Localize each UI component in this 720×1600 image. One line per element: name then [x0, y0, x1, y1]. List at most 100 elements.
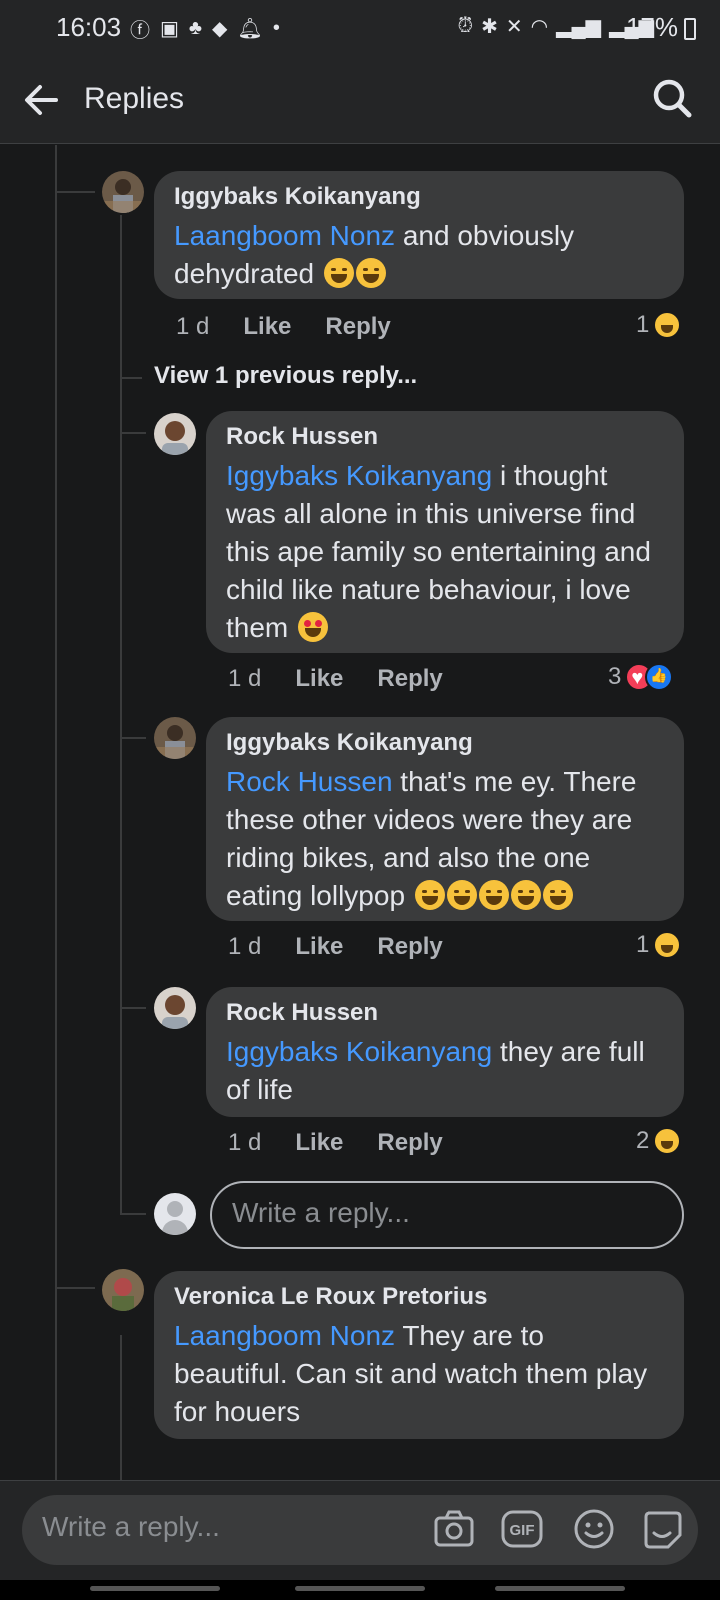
comment-bubble[interactable]: Iggybaks Koikanyang Rock Hussen that's m…: [206, 717, 684, 921]
thread-connector: [120, 1007, 146, 1009]
avatar[interactable]: [154, 413, 196, 455]
signal-icon: ▂▄▆: [556, 16, 602, 38]
haha-reaction-icon: [653, 1127, 682, 1155]
like-reaction-icon: [645, 663, 674, 691]
nav-recents-handle[interactable]: [90, 1586, 220, 1591]
comment-bubble[interactable]: Rock Hussen Iggybaks Koikanyang i though…: [206, 411, 684, 653]
view-previous-replies-link[interactable]: View 1 previous reply...: [154, 362, 417, 390]
nav-home-handle[interactable]: [295, 1586, 425, 1591]
comment-author[interactable]: Rock Hussen: [226, 423, 664, 451]
wifi-icon: ◠: [530, 16, 549, 38]
haha-reaction-icon: [653, 931, 682, 959]
comment-author[interactable]: Iggybaks Koikanyang: [226, 729, 664, 757]
comment-author[interactable]: Rock Hussen: [226, 999, 664, 1027]
reply-composer: Write a reply... GIF: [0, 1480, 720, 1580]
notification-icons: ⓕ ▣ ♣ ◆ 🔔︎ •: [130, 14, 280, 43]
comment-text: Iggybaks Koikanyang i thought was all al…: [226, 457, 664, 647]
more-notifications-dot-icon: •: [272, 17, 280, 39]
tears-of-joy-emoji-icon: [478, 880, 509, 910]
comment-actions: 1 d Like Reply: [228, 933, 443, 961]
mute-icon: ✕: [505, 16, 523, 38]
avatar[interactable]: [154, 987, 196, 1029]
mention-link[interactable]: Iggybaks Koikanyang: [226, 460, 492, 491]
gif-icon[interactable]: GIF: [500, 1507, 544, 1551]
system-icons: ⏰︎ ✱ ✕ ◠ ▂▄▆ ▂▄▆: [458, 14, 654, 39]
like-button[interactable]: Like: [295, 933, 343, 961]
mention-link[interactable]: Iggybaks Koikanyang: [226, 1036, 492, 1067]
reaction-count: 2: [636, 1127, 650, 1154]
back-arrow-icon[interactable]: [20, 78, 64, 122]
thread-connector: [120, 432, 146, 434]
app-notification-icon: ♣: [188, 17, 203, 39]
rofl-emoji-icon: [355, 258, 386, 288]
inline-reply-input[interactable]: Write a reply...: [210, 1181, 684, 1249]
comment-text: Rock Hussen that's me ey. There these ot…: [226, 763, 664, 915]
tears-of-joy-emoji-icon: [446, 880, 477, 910]
reaction-summary[interactable]: 1: [636, 931, 682, 959]
nav-back-handle[interactable]: [495, 1586, 625, 1591]
reply-button[interactable]: Reply: [325, 313, 390, 341]
search-icon[interactable]: [650, 76, 694, 120]
facebook-notification-icon: ⓕ: [130, 20, 150, 42]
avatar[interactable]: [154, 717, 196, 759]
comment-text: Laangboom Nonz and obviously dehydrated: [174, 217, 664, 293]
battery-icon: [684, 18, 696, 40]
comment-time: 1 d: [228, 1129, 262, 1156]
app-notification-icon: ◆: [212, 18, 228, 40]
comment-author[interactable]: Veronica Le Roux Pretorius: [174, 1283, 664, 1311]
tears-of-joy-emoji-icon: [542, 880, 573, 910]
like-button[interactable]: Like: [295, 1129, 343, 1157]
app-bar: Replies: [0, 56, 720, 144]
tears-of-joy-emoji-icon: [510, 880, 541, 910]
comment-time: 1 d: [176, 313, 210, 340]
bluetooth-icon: ✱: [481, 16, 498, 38]
alarm-icon: ⏰︎: [457, 15, 474, 37]
thread-connector: [120, 737, 146, 739]
reaction-summary[interactable]: 3: [608, 663, 674, 691]
comment-author[interactable]: Iggybaks Koikanyang: [174, 183, 664, 211]
comment-actions: 1 d Like Reply: [176, 313, 391, 341]
reply-input-placeholder[interactable]: Write a reply...: [42, 1511, 220, 1543]
reaction-count: 3: [608, 663, 622, 690]
comment-actions: 1 d Like Reply: [228, 665, 443, 693]
camera-icon[interactable]: [432, 1507, 476, 1551]
reaction-summary[interactable]: 2: [636, 1127, 682, 1155]
reply-button[interactable]: Reply: [377, 933, 442, 961]
comment-bubble[interactable]: Veronica Le Roux Pretorius Laangboom Non…: [154, 1271, 684, 1439]
avatar[interactable]: [102, 171, 144, 213]
comment-text: Iggybaks Koikanyang they are full of lif…: [226, 1033, 664, 1109]
emoji-icon[interactable]: [572, 1507, 616, 1551]
current-user-avatar: [154, 1193, 196, 1235]
comment-bubble[interactable]: Iggybaks Koikanyang Laangboom Nonz and o…: [154, 171, 684, 299]
comment-bubble[interactable]: Rock Hussen Iggybaks Koikanyang they are…: [206, 987, 684, 1117]
thread-connector: [55, 1287, 95, 1289]
reaction-count: 1: [636, 311, 650, 338]
thread-connector: [120, 377, 142, 379]
tears-of-joy-emoji-icon: [323, 258, 354, 288]
like-button[interactable]: Like: [243, 313, 291, 341]
bell-notification-icon: 🔔︎: [237, 18, 263, 40]
replies-thread[interactable]: Iggybaks Koikanyang Laangboom Nonz and o…: [0, 145, 720, 1480]
thread-line: [120, 1335, 122, 1480]
avatar[interactable]: [102, 1269, 144, 1311]
page-title: Replies: [84, 82, 185, 115]
mention-link[interactable]: Rock Hussen: [226, 766, 393, 797]
thread-line: [55, 145, 57, 1480]
mention-link[interactable]: Laangboom Nonz: [174, 1320, 395, 1351]
like-button[interactable]: Like: [295, 665, 343, 693]
sticker-icon[interactable]: [640, 1507, 684, 1551]
heart-eyes-emoji-icon: [298, 612, 329, 642]
calendar-notification-icon: ▣: [160, 18, 179, 40]
comment-text: Laangboom Nonz They are to beautiful. Ca…: [174, 1317, 664, 1431]
reply-button[interactable]: Reply: [377, 1129, 442, 1157]
svg-text:GIF: GIF: [510, 1522, 535, 1539]
tears-of-joy-emoji-icon: [414, 880, 445, 910]
reaction-summary[interactable]: 1: [636, 311, 682, 339]
mention-link[interactable]: Laangboom Nonz: [174, 220, 395, 251]
comment-actions: 1 d Like Reply: [228, 1129, 443, 1157]
comment-time: 1 d: [228, 933, 262, 960]
reaction-count: 1: [636, 931, 650, 958]
reply-button[interactable]: Reply: [377, 665, 442, 693]
haha-reaction-icon: [653, 311, 682, 339]
status-time: 16:03: [56, 12, 122, 42]
